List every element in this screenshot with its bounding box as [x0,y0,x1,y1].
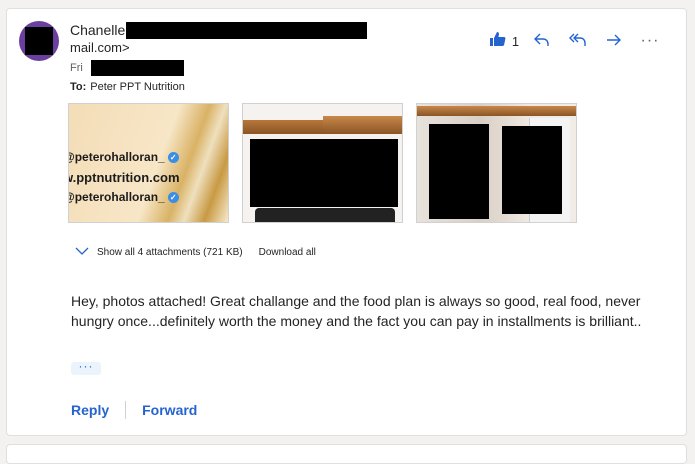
show-all-attachments-link[interactable]: Show all 4 attachments (721 KB) [97,247,243,258]
attachment-thumbnail-photo[interactable] [242,103,403,223]
attachments-strip: @peterohalloran_ ✓ w.pptnutrition.com @pe… [68,103,577,223]
sender-email[interactable]: mail.com> [70,39,367,57]
attachment-thumbnail-promo[interactable]: @peterohalloran_ ✓ w.pptnutrition.com @pe… [68,103,229,223]
reply-button[interactable] [524,29,560,53]
reply-all-button[interactable] [560,29,596,53]
sender-name[interactable]: Chanelle [70,21,125,39]
redacted-block [502,126,562,214]
download-all-link[interactable]: Download all [259,247,316,258]
thumbs-up-icon [489,31,506,52]
reply-link[interactable]: Reply [71,402,109,418]
next-message-card [6,444,687,464]
redacted-block [250,139,398,207]
message-body: Hey, photos attached! Great challange an… [71,293,642,329]
more-actions-button[interactable]: ··· [632,29,668,53]
recipient-name[interactable]: Peter PPT Nutrition [90,81,185,93]
chevron-down-icon[interactable] [75,245,89,259]
recipient-line: To: Peter PPT Nutrition [70,78,367,96]
redacted-block [25,27,53,55]
more-icon: ··· [640,32,660,49]
redacted-block [126,21,368,39]
sender-header: Chanelle mail.com> Fri To: Peter PPT Nutr… [70,21,368,96]
attachments-summary: Show all 4 attachments (721 KB) Download… [75,245,316,259]
email-message-card: Chanelle mail.com> Fri To: Peter PPT Nutr… [6,8,687,436]
verified-badge-icon: ✓ [167,152,179,164]
promo-text-line: w.pptnutrition.com [68,170,180,185]
like-count: 1 [511,33,520,49]
redacted-block [429,124,489,219]
date-line: Fri [70,59,367,77]
promo-text-line: @peterohalloran_ ✓ [69,150,179,164]
promo-text-line: @peterohalloran_ ✓ [69,190,179,204]
reply-actions: Reply Forward [71,401,197,419]
forward-icon [606,31,622,52]
divider [125,401,127,419]
photo-detail [323,116,402,134]
forward-button[interactable] [596,29,632,53]
verified-badge-icon: ✓ [167,192,179,204]
redacted-block [90,60,184,76]
sender-name-row: Chanelle [70,21,368,39]
photo-detail [417,106,576,116]
reply-icon [534,31,550,52]
to-label: To: [70,81,87,93]
forward-link[interactable]: Forward [142,402,197,418]
show-quoted-text-button[interactable]: ··· [71,360,101,375]
message-actions: 1 ··· [484,29,668,53]
like-button[interactable]: 1 [484,29,524,53]
date-prefix: Fri [70,62,83,74]
avatar[interactable] [19,21,59,61]
reply-all-icon [569,31,587,52]
attachment-thumbnail-photo[interactable] [416,103,577,223]
photo-detail [255,208,395,222]
